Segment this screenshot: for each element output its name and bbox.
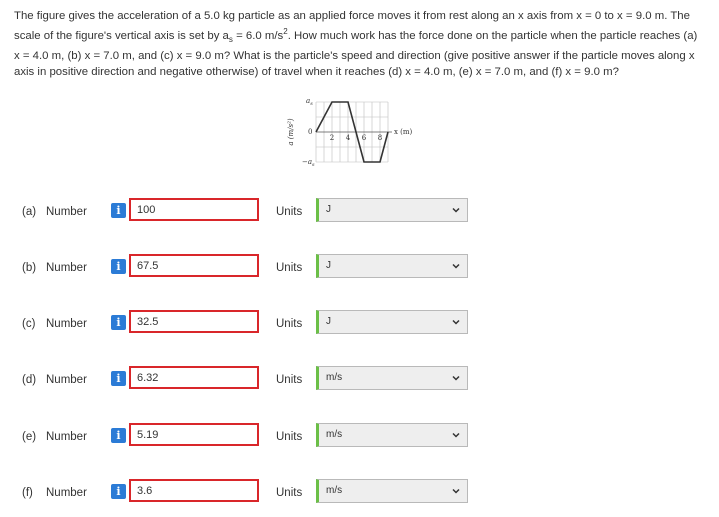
number-label: Number (46, 487, 87, 499)
question-line: The figure gives the acceleration of a 5… (14, 10, 690, 22)
y-axis-label: a (m/s²) (287, 118, 295, 146)
info-icon[interactable]: i (111, 484, 126, 499)
question-text: The figure gives the acceleration of a 5… (14, 8, 714, 80)
question-text-segment: . How much work has the force done on th… (287, 29, 698, 42)
units-select[interactable]: m/s (316, 423, 468, 447)
part-label: (b) (22, 262, 37, 274)
units-label: Units (276, 431, 303, 443)
units-select-value: m/s (326, 429, 343, 440)
units-label: Units (276, 487, 303, 499)
acceleration-figure: a (m/s²) as 0 −as 2 4 6 8 x (m) (287, 97, 413, 168)
number-label: Number (46, 206, 87, 218)
question-line: x = 4.0 m, (b) x = 7.0 m, and (c) x = 9.… (14, 50, 695, 63)
question-line: scale of the figure's vertical axis is s… (14, 24, 714, 48)
y-tick-zero: 0 (308, 128, 312, 136)
answer-row-f: (f) Number i 3.6 Units m/s (0, 479, 719, 509)
number-label: Number (46, 431, 87, 443)
number-label: Number (46, 374, 87, 386)
info-icon[interactable]: i (111, 371, 126, 386)
x-tick-label: 8 (378, 134, 382, 142)
info-icon[interactable]: i (111, 203, 126, 218)
units-select-value: J (326, 260, 331, 271)
units-select[interactable]: m/s (316, 479, 468, 503)
number-label: Number (46, 318, 87, 330)
answer-row-e: (e) Number i 5.19 Units m/s (0, 423, 719, 453)
units-label: Units (276, 374, 303, 386)
units-select[interactable]: J (316, 254, 468, 278)
units-label: Units (276, 206, 303, 218)
number-label: Number (46, 262, 87, 274)
units-select[interactable]: m/s (316, 366, 468, 390)
part-label: (a) (22, 206, 37, 218)
info-icon[interactable]: i (111, 315, 126, 330)
info-icon[interactable]: i (111, 428, 126, 443)
x-tick-label: 4 (346, 134, 351, 142)
question-line: axis in positive direction and negative … (14, 66, 619, 79)
part-label: (f) (22, 487, 33, 499)
y-tick-top: as (306, 97, 313, 107)
units-select[interactable]: J (316, 198, 468, 222)
part-label: (d) (22, 374, 37, 386)
question-text-segment: scale of the figure's vertical axis is s… (14, 29, 229, 42)
x-tick-label: 2 (330, 134, 334, 142)
units-label: Units (276, 318, 303, 330)
x-axis-label: x (m) (394, 128, 413, 136)
chevron-down-icon (452, 488, 460, 494)
chevron-down-icon (452, 207, 460, 213)
number-input[interactable]: 100 (129, 198, 259, 221)
answer-row-a: (a) Number i 100 Units J (0, 198, 719, 228)
chevron-down-icon (452, 375, 460, 381)
answer-row-d: (d) Number i 6.32 Units m/s (0, 366, 719, 396)
number-input[interactable]: 3.6 (129, 479, 259, 502)
part-label: (c) (22, 318, 36, 330)
info-icon[interactable]: i (111, 259, 126, 274)
units-select[interactable]: J (316, 310, 468, 334)
number-input[interactable]: 32.5 (129, 310, 259, 333)
answer-row-c: (c) Number i 32.5 Units J (0, 310, 719, 340)
units-label: Units (276, 262, 303, 274)
chevron-down-icon (452, 432, 460, 438)
part-label: (e) (22, 431, 37, 443)
units-select-value: J (326, 316, 331, 327)
units-select-value: m/s (326, 485, 343, 496)
number-input[interactable]: 6.32 (129, 366, 259, 389)
question-text-segment: = 6.0 m/s (232, 29, 284, 42)
units-select-value: J (326, 204, 331, 215)
y-tick-bottom: −as (302, 158, 315, 168)
answer-row-b: (b) Number i 67.5 Units J (0, 254, 719, 284)
chevron-down-icon (452, 319, 460, 325)
x-tick-label: 6 (362, 134, 367, 142)
number-input[interactable]: 67.5 (129, 254, 259, 277)
chevron-down-icon (452, 263, 460, 269)
number-input[interactable]: 5.19 (129, 423, 259, 446)
units-select-value: m/s (326, 372, 343, 383)
